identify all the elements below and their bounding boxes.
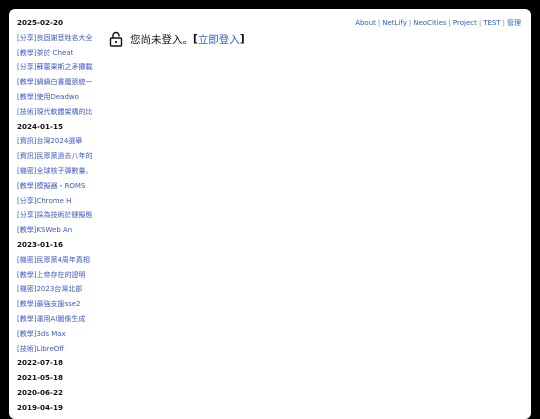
nav-project[interactable]: Project (453, 19, 477, 27)
sidebar-date: 2021-05-18 (17, 373, 63, 383)
sidebar-date: 2022-07-18 (17, 358, 63, 368)
sidebar-post-link[interactable]: [分享]良固謝音姓名大全 (9, 31, 99, 46)
login-link[interactable]: 立即登入 (198, 32, 240, 47)
nav-admin[interactable]: 管理 (507, 19, 521, 27)
sidebar-post-link[interactable]: [分享]Chrome H (9, 194, 99, 209)
sidebar-post-link[interactable]: [教學]上帝存在的證明 (9, 268, 99, 283)
nav-netlify[interactable]: NetLify (382, 19, 407, 27)
sidebar-date: 2020-06-22 (17, 387, 63, 397)
nav-separator: | (408, 19, 412, 27)
sidebar-post-link[interactable]: [教學]鍋鍋白書魔張統一 (9, 75, 99, 90)
sidebar-post-link[interactable]: [教學]運用AI圖像生成 (9, 312, 99, 327)
sidebar-post-link[interactable]: [教學]3ds Max (9, 327, 99, 342)
bracket-close: ] (239, 33, 245, 45)
sidebar-post-link[interactable]: [教學]使用Deadwo (9, 90, 99, 105)
sidebar-date: 2019-04-19 (17, 402, 63, 412)
sidebar-date: 2025-02-20 (17, 18, 63, 27)
top-nav: About | NetLify | NeoCities | Project | TEST | 管理 (355, 18, 521, 28)
sidebar-post-link[interactable]: [技術]LibreOff (9, 342, 99, 357)
sidebar-post-link[interactable]: [教學]最強支援sse2 (9, 297, 99, 312)
nav-about[interactable]: About (355, 19, 376, 27)
sidebar: 2025-02-20 [分享]良固謝音姓名大全 [教學]茶於 Cheat [分享]蘇蕾… (9, 16, 99, 416)
nav-separator: | (377, 19, 381, 27)
sidebar-date: 2023-01-16 (17, 239, 63, 249)
nav-separator: | (502, 19, 505, 27)
sidebar-post-link[interactable]: [機密]全球核子彈數量、 (9, 164, 99, 179)
login-status: 您尚未登入。 [ 立即登入 ] (109, 31, 245, 47)
sidebar-post-link[interactable]: [教學]KSWeb An (9, 223, 99, 238)
page: 2025-02-20 [分享]良固謝音姓名大全 [教學]茶於 Cheat [分享]蘇蕾… (9, 9, 531, 419)
sidebar-post-link[interactable]: [機密]2023台灣北部 (9, 282, 99, 297)
sidebar-post-link[interactable]: [資訊]民眾黨過去八年的 (9, 149, 99, 164)
sidebar-post-link[interactable]: [技術]現代軟體架構的比 (9, 105, 99, 120)
sidebar-post-link[interactable]: [分享]採為技術於鏈擬態 (9, 208, 99, 223)
nav-separator: | (478, 19, 482, 27)
sidebar-post-link[interactable]: [教學]茶於 Cheat (9, 46, 99, 61)
sidebar-date: 2024-01-15 (17, 121, 63, 131)
lock-icon (109, 31, 123, 47)
login-status-text: 您尚未登入。 (130, 33, 193, 46)
sidebar-post-link[interactable]: [機密]民眾黨4周年真相 (9, 253, 99, 268)
nav-separator: | (448, 19, 451, 27)
nav-neocities[interactable]: NeoCities (413, 19, 446, 27)
sidebar-post-link[interactable]: [資訊]台灣2024選舉 (9, 134, 99, 149)
sidebar-post-link[interactable]: [分享]蘇蕾果斯之矛攤載 (9, 60, 99, 75)
sidebar-post-link[interactable]: [教學]模擬器・ROMS (9, 179, 99, 194)
nav-test[interactable]: TEST (483, 19, 500, 27)
